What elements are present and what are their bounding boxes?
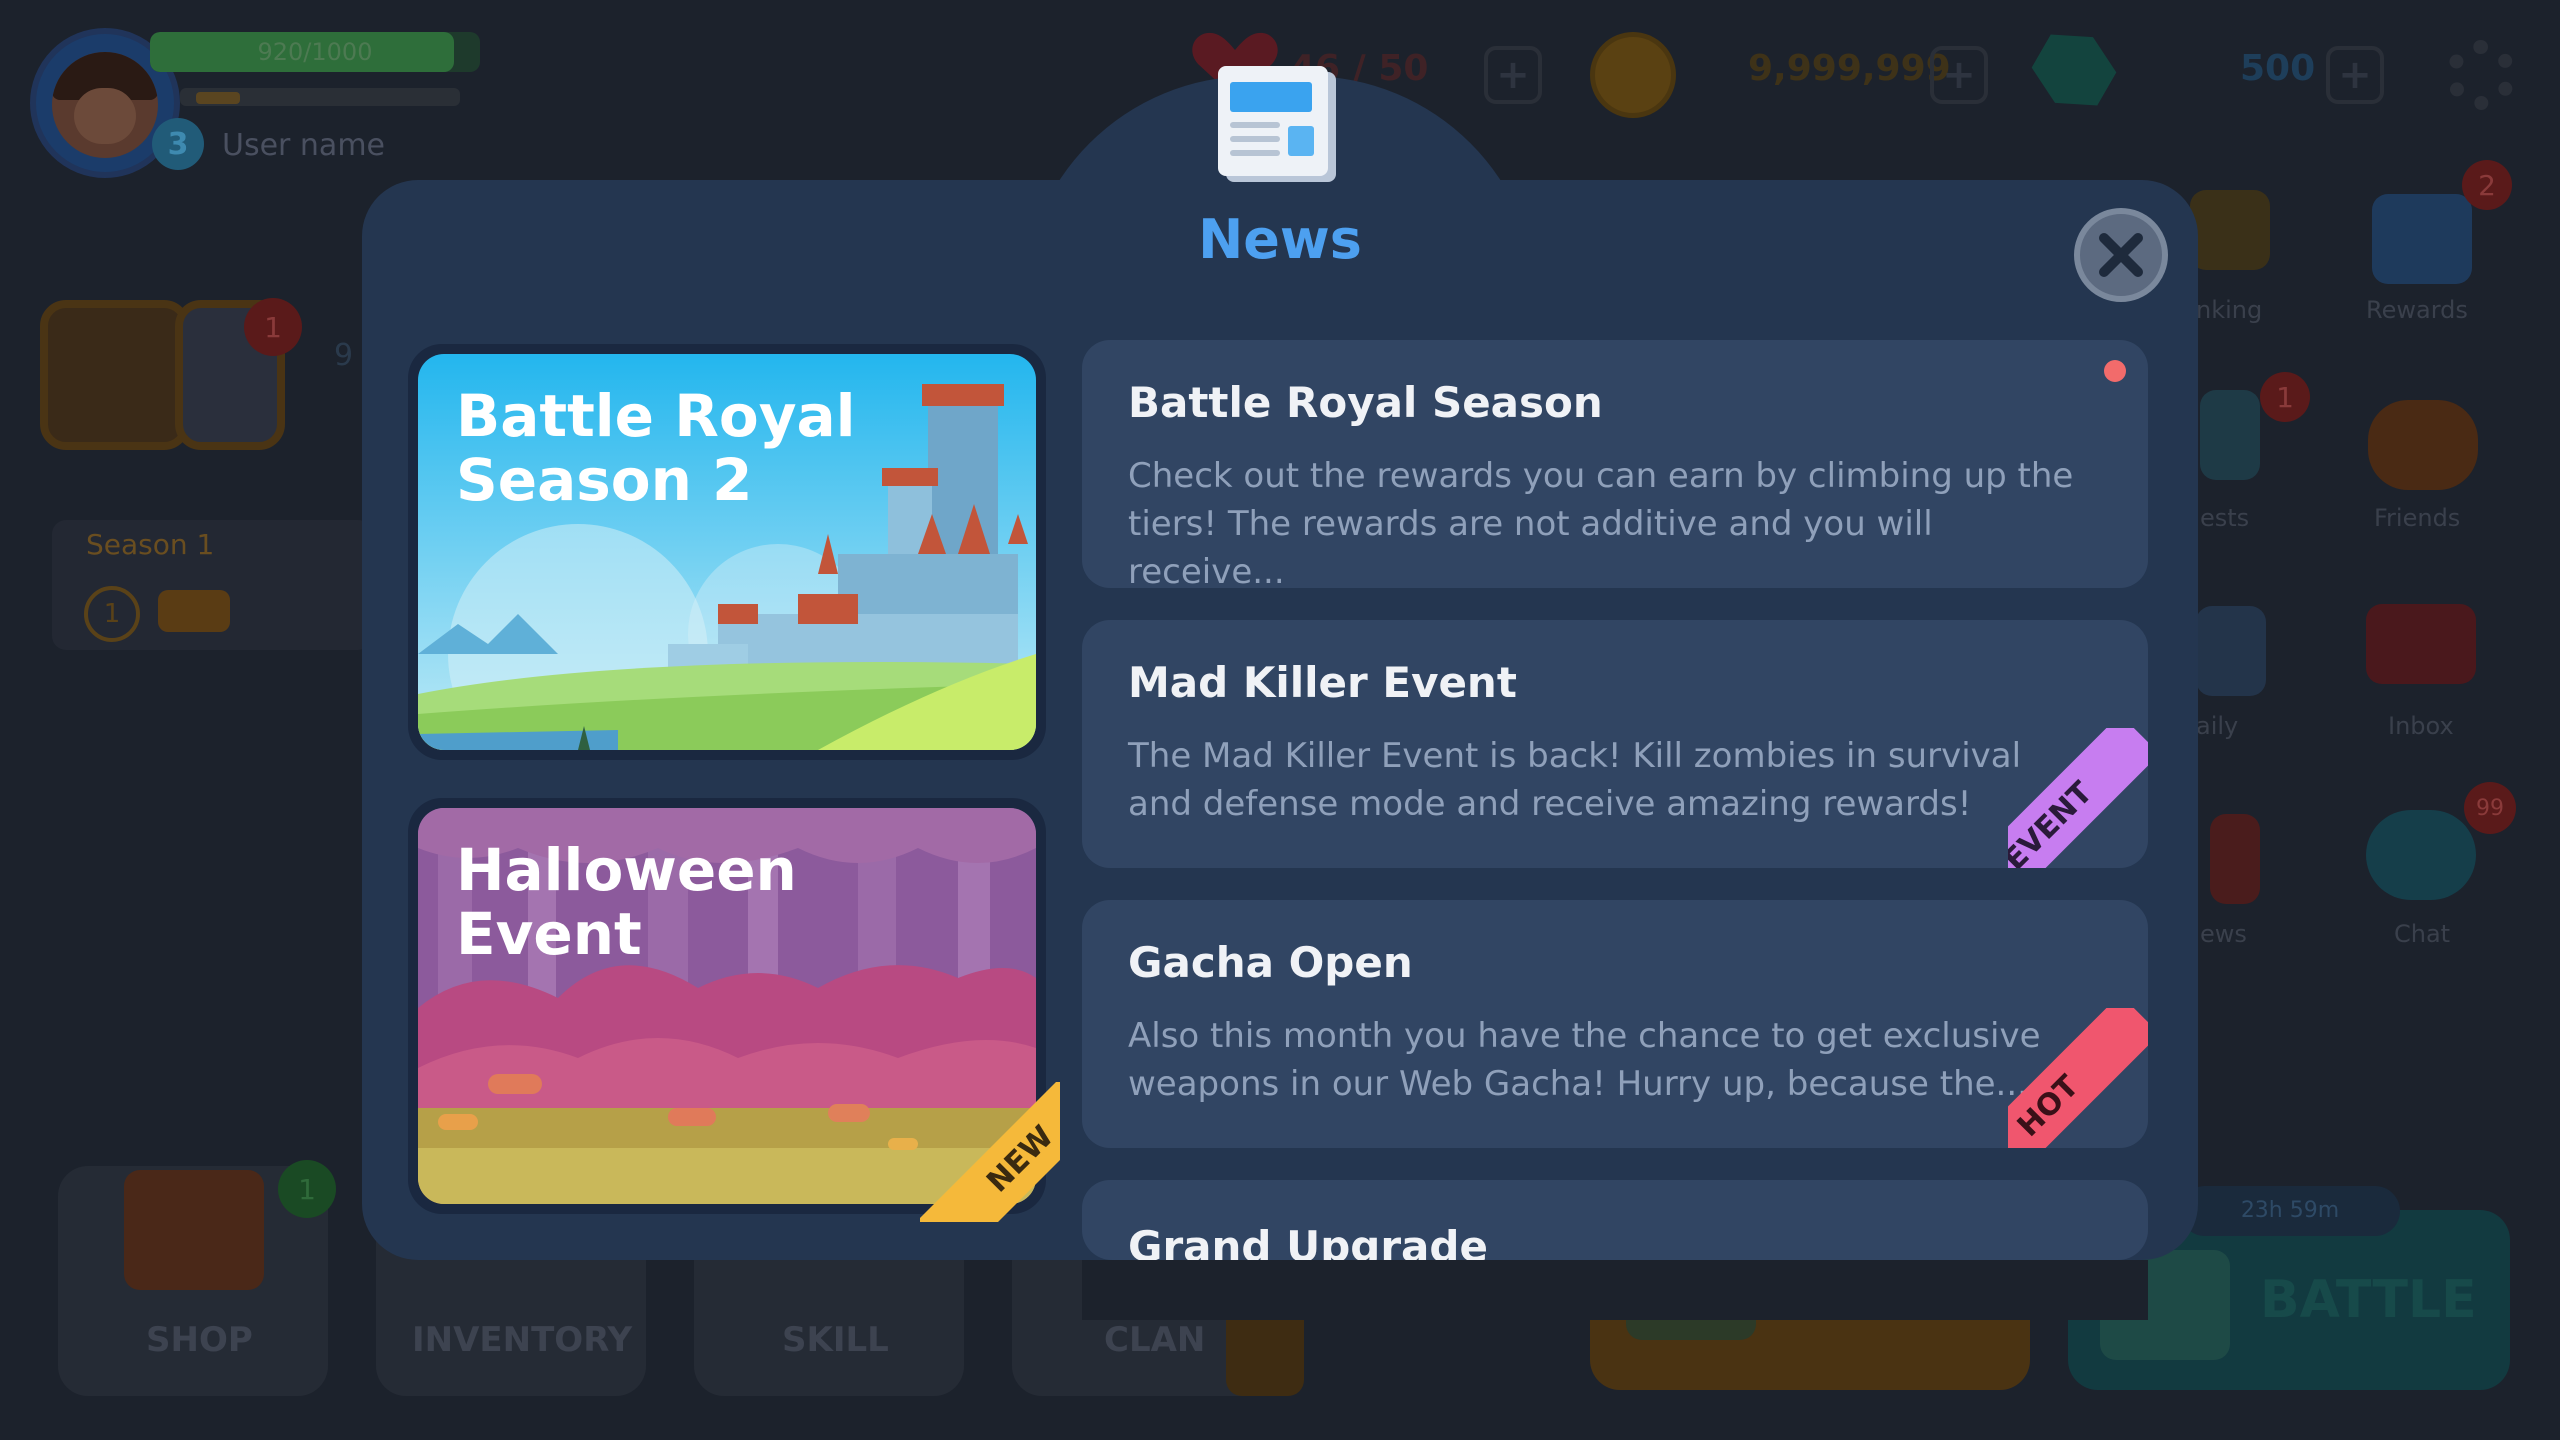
list-clip-mask: [1082, 1260, 2148, 1320]
battle-timer: 23h 59m: [2180, 1186, 2400, 1236]
modal-title: News: [1198, 208, 1362, 271]
avatar[interactable]: [52, 52, 158, 158]
close-button[interactable]: [2074, 208, 2168, 302]
level-badge: 3: [152, 118, 204, 170]
friends-icon[interactable]: [2368, 400, 2478, 490]
banner-battle-royal-art: Battle Royal Season 2: [418, 354, 1036, 750]
side-menu-ranking[interactable]: nking: [2196, 296, 2262, 324]
side-menu-chat[interactable]: Chat: [2394, 920, 2450, 948]
add-gems-button[interactable]: +: [2326, 46, 2384, 104]
news-card-battle-royal[interactable]: Battle Royal Season Check out the reward…: [1082, 340, 2148, 588]
close-icon: [2099, 233, 2143, 277]
side-menu-quests[interactable]: ests: [2200, 504, 2249, 532]
xp-text: 920/1000: [257, 38, 373, 66]
hot-tag-label: HOT: [2008, 1008, 2148, 1148]
daily-calendar-icon[interactable]: [2196, 606, 2266, 696]
banner-battle-royal[interactable]: Battle Royal Season 2: [408, 344, 1046, 760]
clan-label: CLAN: [1104, 1320, 1206, 1360]
chest-icon[interactable]: [40, 300, 190, 450]
season-label: Season 1: [86, 528, 215, 561]
season-level: 1: [84, 586, 140, 642]
new-ribbon: NEW: [920, 1082, 1060, 1222]
xp-bar: 920/1000: [150, 32, 480, 72]
rewards-badge: 2: [2462, 160, 2512, 210]
unread-dot: [2104, 360, 2126, 382]
banner-halloween-title-line2: Event: [456, 900, 642, 968]
coin-count: 9,999,999: [1748, 48, 1951, 89]
side-menu-inbox[interactable]: Inbox: [2388, 712, 2454, 740]
event-tag: EVENT: [2008, 728, 2148, 868]
news-card-title: Gacha Open: [1128, 938, 1413, 987]
quests-badge: 1: [2260, 372, 2310, 422]
banner-halloween-title-line1: Halloween: [456, 836, 797, 904]
rewards-gift-icon[interactable]: [2372, 194, 2472, 284]
news-list[interactable]: Battle Royal Season Check out the reward…: [1082, 340, 2148, 1260]
season-progress-bar: [158, 590, 230, 632]
gem-count: 500: [2240, 48, 2316, 89]
side-menu-rewards[interactable]: Rewards: [2366, 296, 2468, 324]
shop-store-icon: [124, 1170, 264, 1290]
side-menu-news[interactable]: ews: [2200, 920, 2247, 948]
username: User name: [222, 128, 385, 163]
hot-tag: HOT: [2008, 1008, 2148, 1148]
side-menu-daily[interactable]: aily: [2196, 712, 2238, 740]
news-card-title: Mad Killer Event: [1128, 658, 1517, 707]
banner-halloween-title: Halloween Event: [456, 838, 976, 966]
banner-battle-royal-title-line2: Season 2: [456, 446, 753, 514]
shop-label: SHOP: [146, 1320, 253, 1360]
news-card-gacha[interactable]: Gacha Open Also this month you have the …: [1082, 900, 2148, 1148]
news-card-body: The Mad Killer Event is back! Kill zombi…: [1128, 736, 2022, 824]
newspaper-icon: [1218, 66, 1336, 182]
quests-icon[interactable]: [2200, 390, 2260, 480]
add-coins-button[interactable]: +: [1930, 46, 1988, 104]
skill-label: SKILL: [782, 1320, 889, 1360]
inventory-label: INVENTORY: [412, 1320, 633, 1360]
battle-label: BATTLE: [2260, 1270, 2477, 1330]
chat-bubble-icon[interactable]: [2366, 810, 2476, 900]
inbox-mailbox-icon[interactable]: [2366, 604, 2476, 684]
settings-gear-icon[interactable]: [2446, 40, 2516, 110]
news-card-grand-upgrade[interactable]: Grand Upgrade: [1082, 1180, 2148, 1260]
news-card-body: Also this month you have the chance to g…: [1128, 1016, 2041, 1104]
news-card-title: Battle Royal Season: [1128, 378, 1603, 427]
chest-count: 9: [334, 338, 354, 373]
chest-badge: 1: [244, 298, 302, 356]
shop-badge: 1: [278, 1160, 336, 1218]
news-card-body: Check out the rewards you can earn by cl…: [1128, 456, 2074, 588]
new-ribbon-label: NEW: [920, 1082, 1060, 1222]
news-megaphone-icon[interactable]: [2210, 814, 2260, 904]
news-card-mad-killer[interactable]: Mad Killer Event The Mad Killer Event is…: [1082, 620, 2148, 868]
add-lives-button[interactable]: +: [1484, 46, 1542, 104]
banner-battle-royal-title-line1: Battle Royal: [456, 382, 856, 450]
ranking-icon[interactable]: [2190, 190, 2270, 270]
chat-badge: 99: [2464, 782, 2516, 834]
event-tag-label: EVENT: [2008, 728, 2148, 868]
sub-progress-fill: [196, 92, 240, 104]
banner-battle-royal-title: Battle Royal Season 2: [456, 384, 976, 512]
news-card-title: Grand Upgrade: [1128, 1222, 1488, 1260]
coin-icon: [1590, 32, 1676, 118]
gem-icon: [2022, 18, 2126, 122]
side-menu-friends[interactable]: Friends: [2374, 504, 2460, 532]
